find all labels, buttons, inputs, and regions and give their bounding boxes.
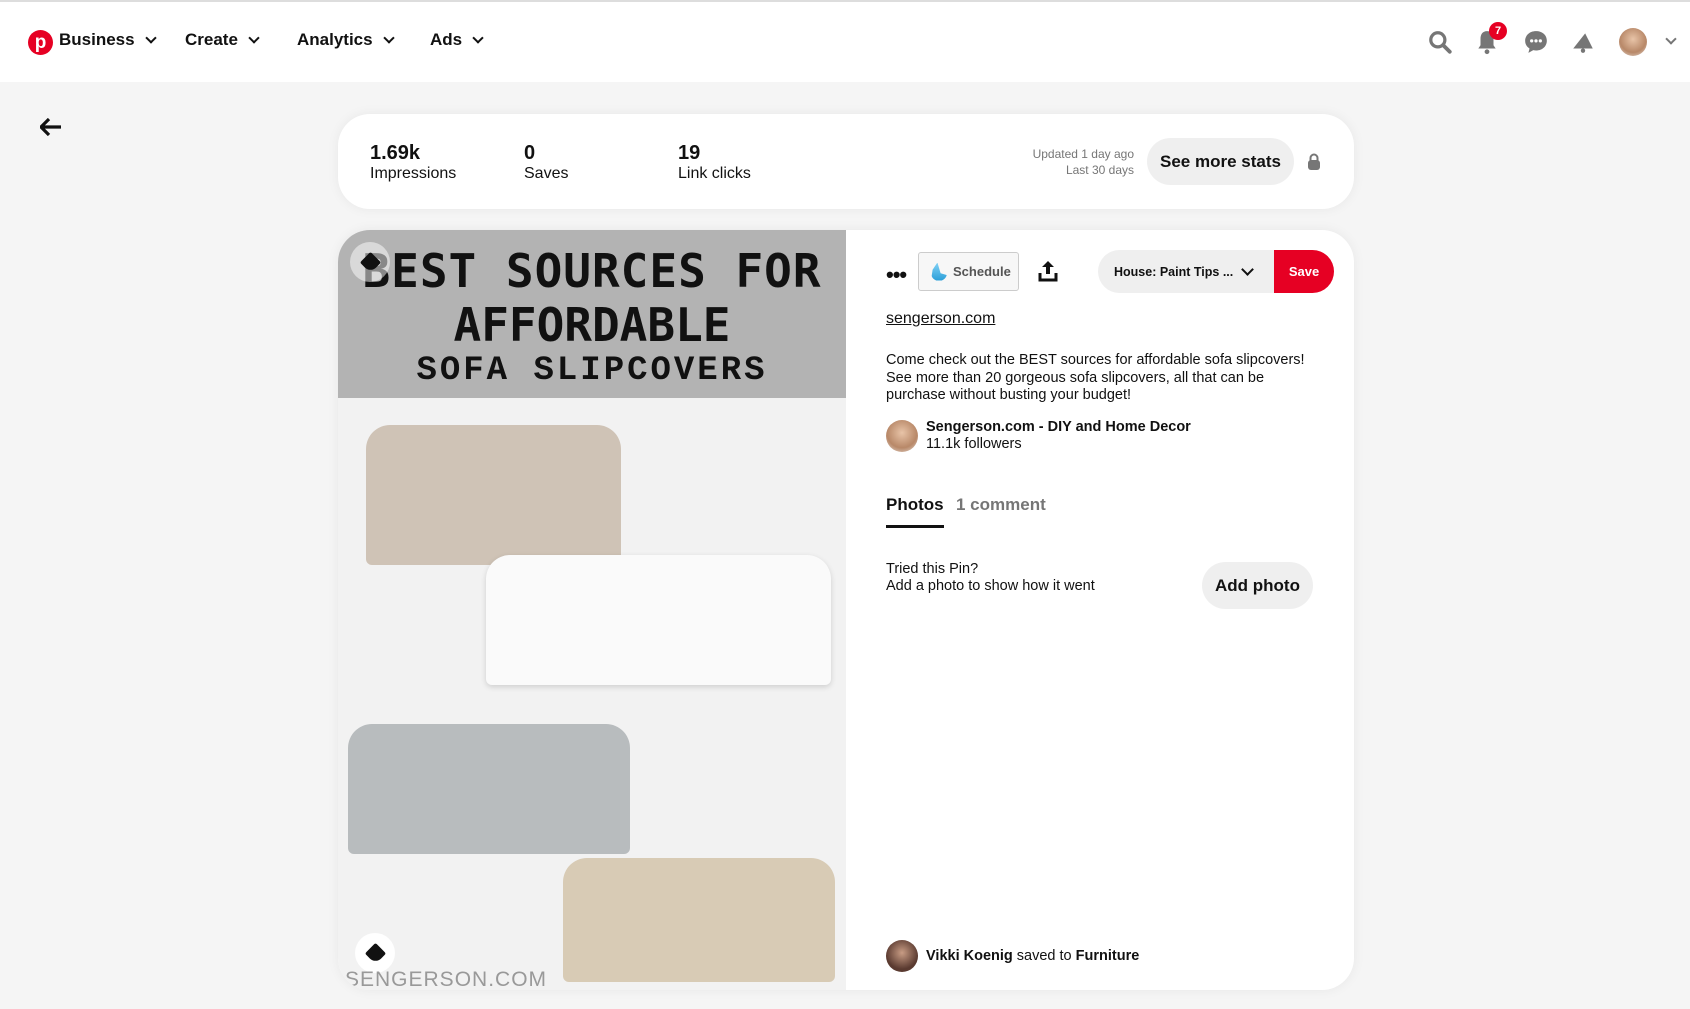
source-link[interactable]: sengerson.com [886, 310, 995, 328]
impressions-label: Impressions [370, 165, 457, 182]
nav-business[interactable]: Business [59, 30, 157, 50]
image-watermark: SENGERSON.COM [345, 968, 548, 990]
tried-title: Tried this Pin? [886, 561, 979, 577]
pinterest-logo[interactable]: p [28, 30, 53, 55]
save-button[interactable]: Save [1274, 250, 1334, 293]
link-clicks-label: Link clicks [678, 165, 751, 182]
chevron-down-icon [248, 31, 260, 44]
schedule-label: Schedule [953, 264, 1011, 279]
user-avatar[interactable] [1619, 28, 1647, 56]
board-select[interactable]: House: Paint Tips ... [1098, 250, 1274, 293]
chevron-down-icon [1241, 262, 1254, 276]
link-clicks-value: 19 [678, 142, 701, 164]
nav-label: Create [185, 30, 238, 49]
chevron-down-icon [144, 31, 157, 44]
nav-label: Analytics [297, 30, 373, 49]
saver-avatar[interactable] [886, 940, 918, 972]
tab-photos[interactable]: Photos [886, 495, 944, 528]
nav-create[interactable]: Create [185, 30, 260, 50]
saves-label: Saves [524, 165, 569, 182]
author-name[interactable]: Sengerson.com - DIY and Home Decor [926, 419, 1191, 435]
add-photo-button[interactable]: Add photo [1202, 562, 1313, 609]
banner-line-3: SOFA SLIPCOVERS [416, 352, 768, 390]
tag-icon[interactable] [350, 242, 390, 282]
share-icon[interactable] [1038, 260, 1058, 282]
nav-label: Business [59, 30, 135, 49]
back-arrow-icon[interactable] [40, 118, 62, 136]
tag-icon[interactable] [355, 933, 395, 973]
schedule-button[interactable]: Schedule [918, 252, 1019, 291]
author-avatar[interactable] [886, 420, 918, 452]
banner-line-2: AFFORDABLE [453, 298, 731, 352]
nav-ads[interactable]: Ads [430, 30, 484, 50]
board-select-value: House: Paint Tips ... [1114, 264, 1234, 279]
more-options-icon[interactable]: ••• [886, 262, 907, 288]
banner-line-1: BEST SOURCES FOR [362, 244, 822, 298]
notification-badge: 7 [1489, 22, 1507, 40]
messages-icon[interactable] [1523, 29, 1549, 55]
search-icon[interactable] [1427, 29, 1453, 55]
pin-card: BEST SOURCES FOR AFFORDABLE SOFA SLIPCOV… [338, 230, 1354, 990]
lock-icon [1308, 153, 1320, 170]
nav-analytics[interactable]: Analytics [297, 30, 395, 50]
sofa-tan [563, 858, 835, 982]
sofa-grey [348, 724, 630, 854]
sofa-white [486, 555, 831, 685]
sofa-beige [366, 425, 621, 565]
saver-name[interactable]: Vikki Koenig [926, 948, 1013, 964]
updated-text: Updated 1 day ago [1032, 147, 1134, 161]
tab-comments[interactable]: 1 comment [956, 495, 1046, 515]
megaphone-icon[interactable] [1570, 29, 1596, 55]
schedule-logo-icon [931, 262, 947, 281]
nav-label: Ads [430, 30, 463, 49]
chevron-down-icon [382, 31, 395, 44]
see-more-stats-button[interactable]: See more stats [1147, 138, 1294, 185]
chevron-down-icon [472, 31, 484, 44]
tried-subtitle: Add a photo to show how it went [886, 578, 1095, 594]
pin-image[interactable]: BEST SOURCES FOR AFFORDABLE SOFA SLIPCOV… [338, 230, 846, 990]
author-followers: 11.1k followers [926, 436, 1022, 452]
range-text: Last 30 days [1065, 163, 1134, 177]
pin-description: Come check out the BEST sources for affo… [886, 352, 1305, 403]
saved-to-text: saved to [1016, 948, 1072, 964]
impressions-value: 1.69k [370, 142, 421, 164]
saves-value: 0 [524, 142, 536, 164]
saved-board-link[interactable]: Furniture [1076, 948, 1140, 964]
image-banner: BEST SOURCES FOR AFFORDABLE SOFA SLIPCOV… [338, 230, 846, 398]
